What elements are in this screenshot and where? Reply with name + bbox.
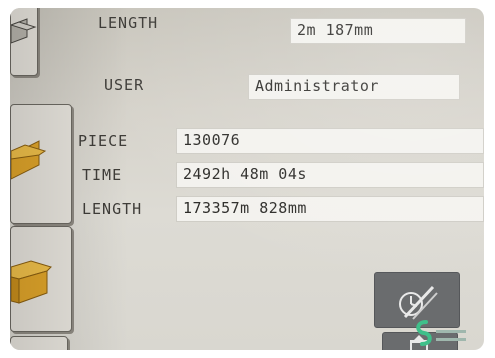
- side-button-bottom[interactable]: [10, 336, 68, 350]
- wood-board-icon: [11, 260, 52, 304]
- user-label: USER: [104, 76, 145, 94]
- piece-label: PIECE: [78, 132, 129, 150]
- side-button-board-1[interactable]: [10, 104, 72, 224]
- total-length-label: LENGTH: [82, 200, 143, 218]
- user-field[interactable]: Administrator: [248, 74, 460, 100]
- watermark-logo: [416, 320, 466, 346]
- time-label: TIME: [82, 166, 123, 184]
- side-button-top[interactable]: [10, 8, 38, 76]
- time-field: 2492h 48m 04s: [176, 162, 484, 188]
- piece-field: 130076: [176, 128, 484, 154]
- length-label: LENGTH: [98, 14, 159, 32]
- photo-frame: LENGTH 2m 187mm USER Administrator PIECE…: [0, 0, 495, 358]
- hmi-screen: LENGTH 2m 187mm USER Administrator PIECE…: [10, 8, 484, 350]
- box-icon: [11, 18, 37, 44]
- total-length-field: 173357m 828mm: [176, 196, 484, 222]
- wood-board-icon: [11, 140, 47, 180]
- length-field: 2m 187mm: [290, 18, 466, 44]
- side-button-board-2[interactable]: [10, 226, 72, 332]
